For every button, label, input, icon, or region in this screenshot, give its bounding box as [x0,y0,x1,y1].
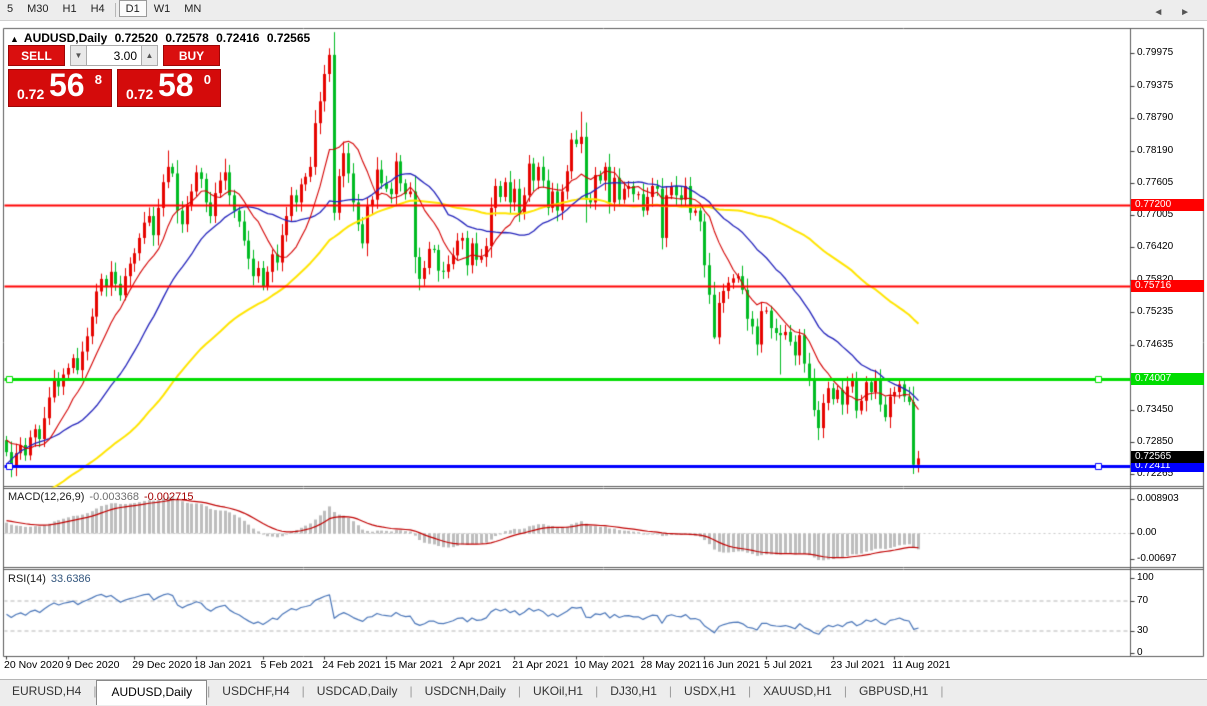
price-axis-tick: 0.79975 [1137,47,1173,58]
price-axis-tick: 0.77605 [1137,177,1173,188]
tab-scroll-arrows[interactable]: ◄ ► [1153,7,1197,18]
price-axis-tick: 0.79375 [1137,80,1173,91]
rsi-axis-tick: 0 [1137,647,1143,658]
price-axis-tick: 0.78790 [1137,112,1173,123]
macd-axis-tick: 0.00 [1137,527,1156,538]
macd-signal-value: -0.002715 [144,491,194,503]
chart-tab-usdcnh-daily[interactable]: USDCNH,Daily [413,680,518,703]
date-axis-tick: 11 Aug 2021 [892,659,950,671]
collapse-triangle-icon[interactable]: ▲ [10,34,19,44]
buy-price-base: 0.72 [126,86,153,102]
sell-price-big: 56 [49,67,85,104]
date-axis-tick: 16 Jun 2021 [702,659,760,671]
chart-tab-dj30-h1[interactable]: DJ30,H1 [598,680,669,703]
sell-price-sup: 8 [95,72,102,87]
chart-tab-usdcad-daily[interactable]: USDCAD,Daily [305,680,410,703]
buy-price-sup: 0 [204,72,211,87]
macd-main-value: -0.003368 [89,491,139,503]
date-axis-tick: 20 Nov 2020 [4,659,64,671]
ohlc-high: 0.72578 [165,31,208,45]
chart-tab-usdx-h1[interactable]: USDX,H1 [672,680,748,703]
price-axis-tick: 0.74635 [1137,339,1173,350]
rsi-value: 33.6386 [51,573,91,585]
ohlc-low: 0.72416 [216,31,259,45]
price-axis-tick: 0.77005 [1137,209,1173,220]
chart-tab-eurusd-h4[interactable]: EURUSD,H4 [0,680,93,703]
price-axis-tick: 0.73450 [1137,404,1173,415]
terminal-window: 5M30H1H4 D1W1MN ▲ AUDUSD,Daily 0.72520 0.7… [0,0,1207,706]
rsi-axis-tick: 70 [1137,595,1148,606]
date-axis-tick: 18 Jan 2021 [194,659,252,671]
chart-tab-ukoil-h1[interactable]: UKOil,H1 [521,680,595,703]
volume-input[interactable]: 3.00 [87,45,141,66]
macd-axis-tick: -0.00697 [1137,553,1176,564]
date-axis-tick: 5 Jul 2021 [764,659,812,671]
timeframe-button-h1[interactable]: H1 [56,0,84,17]
volume-decrease-button[interactable]: ▼ [70,45,87,66]
timeframe-button-5[interactable]: 5 [0,0,20,17]
sell-price-base: 0.72 [17,86,44,102]
timeframe-button-mn[interactable]: MN [177,0,208,17]
timeframe-button-w1[interactable]: W1 [147,0,178,17]
price-axis-tick: 0.78190 [1137,145,1173,156]
date-axis-tick: 21 Apr 2021 [512,659,569,671]
buy-price-big: 58 [158,67,194,104]
date-axis-tick: 5 Feb 2021 [261,659,314,671]
price-level-tag[interactable]: 0.77200 [1131,199,1204,211]
date-axis-tick: 9 Dec 2020 [66,659,120,671]
sell-price-box[interactable]: 0.72 56 8 [8,69,112,107]
price-level-tag[interactable]: 0.74007 [1131,373,1204,385]
one-click-trading-panel: SELL ▼ 3.00 ▲ BUY 0.72 56 8 0.72 58 0 [8,45,224,107]
date-axis-tick: 28 May 2021 [641,659,702,671]
volume-increase-button[interactable]: ▲ [141,45,158,66]
ohlc-open: 0.72520 [115,31,158,45]
chart-symbol-label: AUDUSD,Daily [24,31,107,45]
tab-separator: | [940,680,943,702]
chart-tab-xauusd-h1[interactable]: XAUUSD,H1 [751,680,844,703]
date-axis-tick: 2 Apr 2021 [451,659,502,671]
date-axis-tick: 23 Jul 2021 [831,659,885,671]
timeframe-button-m30[interactable]: M30 [20,0,55,17]
toolbar-divider [115,3,116,17]
price-axis-tick: 0.72850 [1137,436,1173,447]
date-axis-tick: 24 Feb 2021 [322,659,381,671]
chart-tab-usdchf-h4[interactable]: USDCHF,H4 [210,680,301,703]
chart-tab-bar: EURUSD,H4|AUDUSD,Daily|USDCHF,H4|USDCAD,… [0,679,1207,706]
chart-title: ▲ AUDUSD,Daily 0.72520 0.72578 0.72416 0.… [10,31,314,45]
date-axis-tick: 15 Mar 2021 [384,659,443,671]
timeframe-toolbar: 5M30H1H4 D1W1MN [0,0,1207,21]
rsi-axis-tick: 100 [1137,572,1154,583]
buy-button[interactable]: BUY [163,45,220,66]
price-axis-tick: 0.76420 [1137,241,1173,252]
macd-axis-tick: 0.008903 [1137,493,1179,504]
price-axis-tick: 0.75235 [1137,306,1173,317]
price-level-tag[interactable]: 0.75716 [1131,280,1204,292]
sell-button[interactable]: SELL [8,45,65,66]
date-axis-tick: 29 Dec 2020 [132,659,192,671]
chart-tab-audusd-daily[interactable]: AUDUSD,Daily [96,680,207,705]
chart-tab-gbpusd-h1[interactable]: GBPUSD,H1 [847,680,940,703]
rsi-axis-tick: 30 [1137,625,1148,636]
macd-indicator-label: MACD(12,26,9)-0.003368-0.002715 [8,491,194,503]
buy-price-box[interactable]: 0.72 58 0 [117,69,221,107]
timeframe-button-h4[interactable]: H4 [84,0,112,17]
ohlc-close: 0.72565 [267,31,310,45]
date-axis-tick: 10 May 2021 [574,659,635,671]
rsi-indicator-label: RSI(14)33.6386 [8,573,91,585]
current-price-tag: 0.72565 [1131,451,1204,463]
timeframe-button-d1[interactable]: D1 [119,0,147,17]
